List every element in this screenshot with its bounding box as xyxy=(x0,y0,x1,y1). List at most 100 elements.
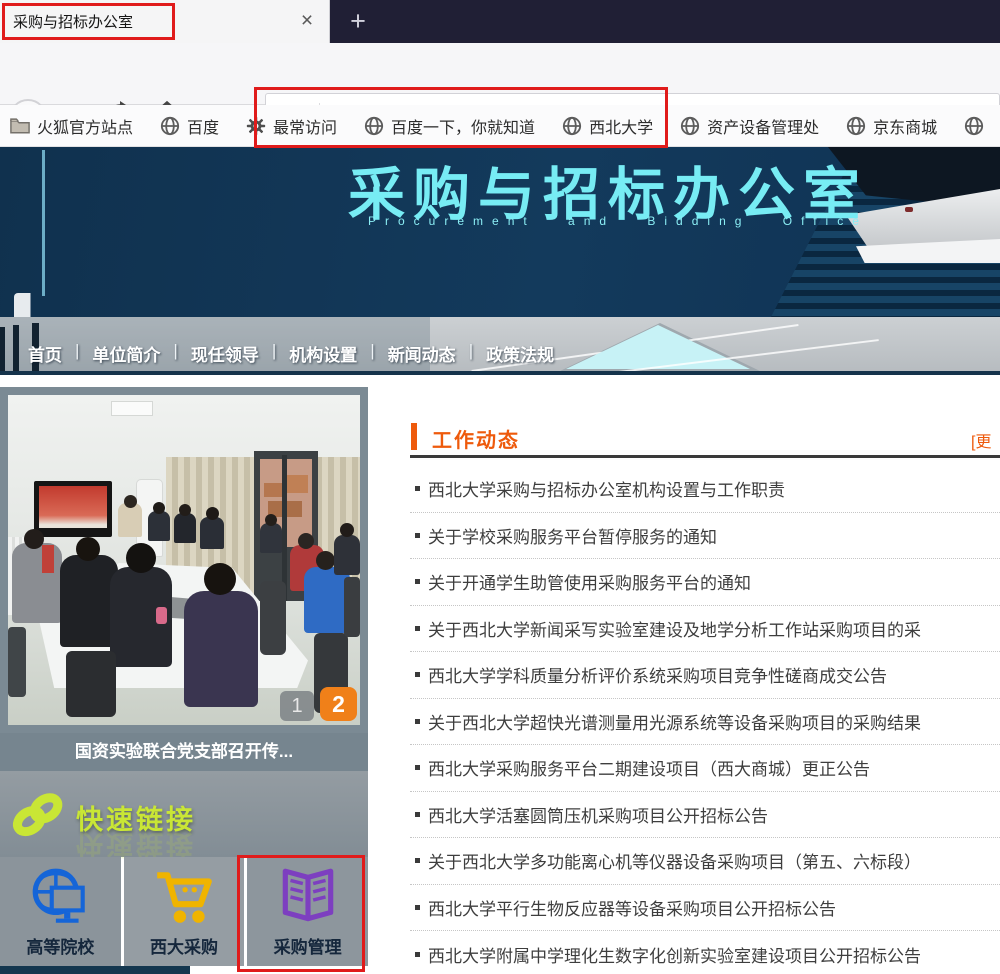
bullet-icon xyxy=(415,765,420,770)
tile-label: 西大采购 xyxy=(150,933,218,958)
photo-person xyxy=(118,503,142,537)
photo-box xyxy=(264,483,284,497)
bullet-icon xyxy=(415,719,420,724)
photo-person xyxy=(200,517,224,549)
photo-chair xyxy=(344,577,360,637)
photo-person-head xyxy=(265,514,277,526)
news-item[interactable]: 关于西北大学超快光谱测量用光源系统等设备采购项目的采购结果 xyxy=(410,699,1000,746)
photo-person-head xyxy=(206,507,219,520)
browser-window: 采购与招标办公室 × + ← → https://zcc.nwu.edu.cn … xyxy=(0,0,1000,974)
news-item[interactable]: 西北大学平行生物反应器等设备采购项目公开招标公告 xyxy=(410,885,1000,932)
news-more-link[interactable]: [更 xyxy=(971,428,991,452)
bullet-icon xyxy=(415,858,420,863)
bookmark-jd[interactable]: 京东商城 xyxy=(846,114,937,138)
bookmark-baidu-search[interactable]: 百度一下，你就知道 xyxy=(364,114,535,138)
globe-icon xyxy=(846,116,866,136)
photo-person-head xyxy=(126,543,156,573)
news-item[interactable]: 关于西北大学新闻采写实验室建设及地学分析工作站采购项目的采 xyxy=(410,606,1000,653)
bullet-icon xyxy=(415,579,420,584)
globe-icon xyxy=(680,116,700,136)
photo-person-center xyxy=(184,591,258,707)
photo-person-red-scarf xyxy=(42,545,54,573)
photo-box xyxy=(286,475,308,493)
nav-item-policy[interactable]: 政策法规 xyxy=(486,341,554,366)
photo-cup xyxy=(156,607,167,624)
carousel-page-2-active[interactable]: 2 xyxy=(320,687,357,721)
site-banner: 采购与招标办公室 Procurement and Bidding Office … xyxy=(0,147,1000,375)
photo-window-frame xyxy=(282,455,287,601)
bookmark-assets[interactable]: 资产设备管理处 xyxy=(680,114,819,138)
bookmark-label: 资产设备管理处 xyxy=(707,114,819,138)
nav-item-about[interactable]: 单位简介 xyxy=(92,341,160,366)
news-item[interactable]: 西北大学学科质量分析评价系统采购项目竞争性磋商成交公告 xyxy=(410,652,1000,699)
banner-bottom-border xyxy=(0,371,1000,375)
nav-item-news[interactable]: 新闻动态 xyxy=(388,341,456,366)
bookmark-label: 京东商城 xyxy=(873,114,937,138)
bullet-icon xyxy=(415,905,420,910)
bookmark-label: 百度 xyxy=(187,114,219,138)
nav-separator: | xyxy=(469,341,473,366)
bullet-icon xyxy=(415,952,420,957)
quicklink-tiles: 高等院校 西大采购 采购管理 xyxy=(0,857,368,966)
new-tab-button[interactable]: + xyxy=(342,6,374,36)
news-item[interactable]: 西北大学采购服务平台二期建设项目（西大商城）更正公告 xyxy=(410,745,1000,792)
photo-person-head xyxy=(179,504,191,516)
bullet-icon xyxy=(415,533,420,538)
annotation-box-tile xyxy=(237,855,365,972)
nav-item-home[interactable]: 首页 xyxy=(28,341,62,366)
bookmark-folder[interactable]: 火狐官方站点 xyxy=(10,114,133,138)
bookmark-label: 百度一下，你就知道 xyxy=(391,114,535,138)
news-item[interactable]: 关于学校采购服务平台暂停服务的通知 xyxy=(410,513,1000,560)
bullet-icon xyxy=(415,626,420,631)
photo-chair xyxy=(8,627,26,697)
nav-item-leaders[interactable]: 现任领导 xyxy=(191,341,259,366)
photo-person-head xyxy=(316,551,335,570)
photo-person xyxy=(148,511,170,541)
news-item[interactable]: 关于开通学生助管使用采购服务平台的通知 xyxy=(410,559,1000,606)
news-item[interactable]: 西北大学采购与招标办公室机构设置与工作职责 xyxy=(410,466,1000,513)
bottom-strip-decoration xyxy=(0,966,190,974)
tab-close-icon[interactable]: × xyxy=(293,7,321,35)
nav-item-structure[interactable]: 机构设置 xyxy=(289,341,357,366)
photo-person-head xyxy=(24,529,44,549)
globe-icon xyxy=(160,116,180,136)
bookmark-most-visited[interactable]: 最常访问 xyxy=(246,114,337,138)
photo-person-head xyxy=(204,563,236,595)
news-item[interactable]: 西北大学附属中学理化生数字化创新实验室建设项目公开招标公告 xyxy=(410,931,1000,974)
tile-universities[interactable]: 高等院校 xyxy=(0,857,121,966)
news-item[interactable]: 关于西北大学多功能离心机等仪器设备采购项目（第五、六标段） xyxy=(410,838,1000,885)
news-item[interactable]: 西北大学活塞圆筒压机采购项目公开招标公告 xyxy=(410,792,1000,839)
photo-ceiling-light xyxy=(111,401,153,416)
cart-icon xyxy=(151,865,217,931)
globe-icon xyxy=(964,116,984,136)
carousel-caption[interactable]: 国资实验联合党支部召开传... xyxy=(0,733,368,771)
photo-person-head xyxy=(153,502,165,514)
tile-xida-procurement[interactable]: 西大采购 xyxy=(124,857,245,966)
folder-icon xyxy=(10,117,30,134)
photo-person-head xyxy=(298,533,314,549)
photo-chair xyxy=(66,651,116,717)
bookmark-cut[interactable] xyxy=(964,116,991,136)
news-accent-bar xyxy=(411,423,417,450)
photo-carousel[interactable]: 1 2 xyxy=(0,387,368,733)
photo-tv-screen xyxy=(39,486,107,528)
triangle-decoration xyxy=(566,325,750,369)
active-tab[interactable]: 采购与招标办公室 × xyxy=(0,0,330,43)
photo-person xyxy=(260,523,282,553)
nav-separator: | xyxy=(272,341,276,366)
carousel-page-1[interactable]: 1 xyxy=(280,691,314,721)
news-section-title: 工作动态 xyxy=(432,424,520,453)
gear-icon xyxy=(246,116,266,136)
globe-icon xyxy=(562,116,582,136)
site-navigation: 首页| 单位简介| 现任领导| 机构设置| 新闻动态| 政策法规 xyxy=(28,341,554,366)
banner-slat-decoration xyxy=(13,325,19,373)
banner-line-decoration xyxy=(42,150,45,296)
photo-person-head xyxy=(340,523,354,537)
bookmark-label: 西北大学 xyxy=(589,114,653,138)
quicklinks-panel: 快速链接 快速链接 xyxy=(0,771,368,857)
globe-icon xyxy=(364,116,384,136)
bookmark-nwu[interactable]: 西北大学 xyxy=(562,114,653,138)
bookmark-baidu[interactable]: 百度 xyxy=(160,114,219,138)
carousel-photo: 1 2 xyxy=(8,395,360,725)
photo-chair xyxy=(260,581,286,655)
